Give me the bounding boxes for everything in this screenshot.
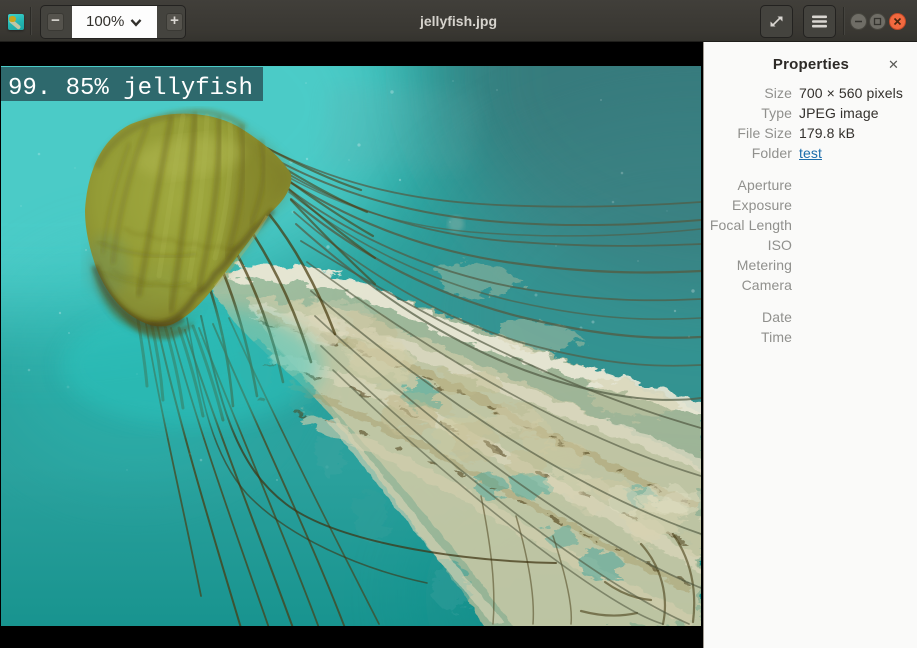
svg-text:99. 85% jellyfish: 99. 85% jellyfish <box>8 75 253 102</box>
